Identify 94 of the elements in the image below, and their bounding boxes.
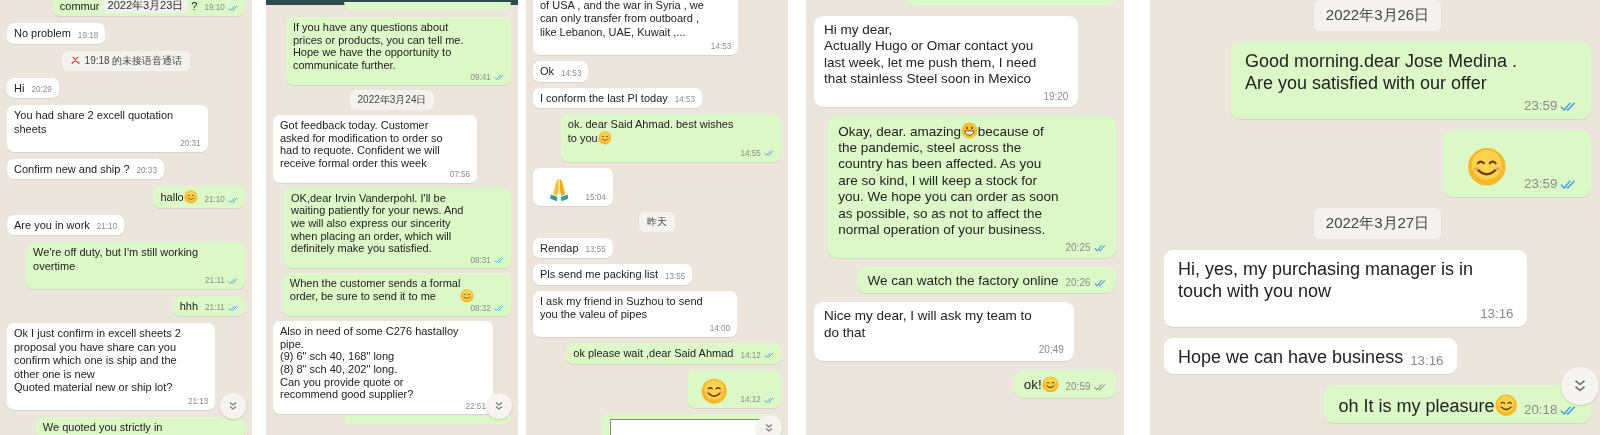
- message-text: oh It is my pleasure: [1338, 396, 1495, 419]
- message-text: Ok: [540, 65, 555, 79]
- message-time: 20:49: [1038, 344, 1064, 357]
- grinning-face-icon: [960, 122, 978, 139]
- message-time: 19:10: [204, 3, 225, 14]
- message-text: Pls send me packing list: [540, 268, 658, 282]
- message-text: the pandemic, steel across the country has been affected. As you are so kind, I will keep a stock for you. We hope you can order as soon as possible, so as not to affect the normal operation of your business.: [838, 140, 1059, 239]
- message-time: 14:00: [709, 324, 730, 335]
- message-text: Okay, dear. amazing: [838, 123, 961, 140]
- message-time: 15:04: [585, 192, 606, 203]
- message-time: 20:29: [31, 85, 52, 96]
- message-text: I conform the last PI today: [540, 91, 668, 105]
- message-text: Hi: [14, 81, 25, 96]
- message-text: Rendap: [540, 241, 579, 256]
- message-time: 13:55: [665, 271, 686, 282]
- date-label: 2022年3月26日: [1313, 0, 1442, 31]
- scroll-down-button[interactable]: [486, 393, 512, 419]
- smiley-icon: [597, 131, 612, 146]
- chevron-down-icon: [763, 422, 775, 434]
- message-text: You had share 2 excell quotation sheets: [14, 109, 174, 137]
- scroll-down-button[interactable]: [220, 393, 246, 419]
- message-text: hhh: [179, 299, 199, 314]
- message-time: 23:59: [1524, 97, 1558, 115]
- message-text: We're off duty, but I'm still working overtime: [33, 246, 199, 273]
- message-time: 14:12: [740, 394, 761, 405]
- date-label: 2022年3月23日: [102, 0, 189, 14]
- message-time: 14:55: [740, 148, 761, 159]
- message-text: Nice my dear, I will ask my team to do that: [824, 308, 1032, 342]
- message-time: 19:20: [1043, 90, 1069, 104]
- date-label: 昨天: [639, 211, 675, 232]
- message-time: 14:53: [710, 42, 732, 53]
- message-text: ?: [191, 0, 198, 14]
- message-time: 13:16: [1480, 306, 1514, 323]
- message-time: 08:32: [470, 303, 491, 314]
- smiley-icon: [701, 377, 728, 405]
- message-text: ok please wait ,dear Said Ahmad: [573, 347, 734, 361]
- message-time: 23:59: [1524, 175, 1558, 193]
- date-label: 2022年3月24日: [349, 89, 435, 110]
- message-time: 14:53: [561, 68, 582, 79]
- message-text: When the customer sends a formal order, be sure to send it to me: [289, 277, 461, 303]
- smiley-icon: [460, 288, 475, 303]
- message-text: We quoted you strictly in: [42, 421, 163, 435]
- message-time: 21:11: [205, 276, 225, 286]
- message-text: Hi, yes, my purchasing manager is in touch with you now: [1178, 259, 1474, 304]
- scroll-down-button[interactable]: [1561, 367, 1599, 405]
- message-time: 20:33: [136, 166, 157, 177]
- smiley-icon: [183, 190, 198, 205]
- chevron-down-icon: [493, 400, 505, 412]
- message-text: Are you in work: [14, 218, 90, 233]
- message-text: Good morning.dear Jose Medina . Are you satisfied with our offer: [1244, 51, 1518, 95]
- message-time: 20:26: [1065, 277, 1091, 290]
- message-text: Hope we can have business: [1178, 347, 1404, 370]
- message-text: Got feedback today. Customer asked for modification to order so had to requote. Confident we will receive formal order this week: [280, 118, 443, 170]
- message-text: OK,dear Irvin Vanderpohl. I'll be waiting patiently for your news. And we will also express our sincerity when placing an order, which will definitely make you satisfied.: [291, 191, 464, 256]
- chevron-down-icon: [227, 400, 239, 412]
- message-text: because of: [977, 123, 1044, 140]
- smiley-icon: [1041, 375, 1059, 393]
- message-text: I ask my friend in Suzhou to send you the valeu of pipes: [540, 294, 703, 322]
- message-time: 13:16: [1410, 353, 1444, 370]
- message-text: We can watch the factory online: [867, 273, 1059, 290]
- message-time: 13:55: [585, 245, 606, 256]
- message-text: of USA , and the war in Syria , we can only transfer from outboard , like Lebanon, UAE, Kuwait ,...: [540, 0, 704, 40]
- message-time: 21:11: [205, 303, 225, 314]
- message-time: 21:13: [187, 397, 209, 408]
- scroll-down-button[interactable]: [756, 415, 782, 435]
- message-time: 09:41: [470, 72, 491, 82]
- message-text: Confirm new and ship ?: [14, 162, 130, 177]
- message-time: 20:25: [1065, 241, 1091, 254]
- message-text: ok!: [1023, 377, 1042, 394]
- message-time: 07:56: [449, 170, 470, 180]
- message-time: 20:18: [1524, 402, 1558, 419]
- message-time: 21:10: [96, 222, 118, 233]
- date-label: 2022年3月27日: [1313, 208, 1442, 240]
- missed-call-icon: [69, 56, 81, 66]
- message-text: Ok I just confirm in excell sheets 2 proposal you have share can you confirm which one is ship and the other one is new Quoted material new or ship lot?: [14, 327, 181, 395]
- message-time: 08:31: [470, 256, 491, 266]
- message-text: to you: [567, 132, 598, 146]
- message-time: 22:51: [465, 401, 486, 412]
- message-time: 14:53: [674, 95, 696, 105]
- message-time: 14:12: [740, 350, 761, 361]
- message-time: 20:31: [180, 139, 201, 149]
- message-text: No problem: [14, 27, 71, 41]
- smiley-icon: [1467, 147, 1508, 187]
- message-text: ok. dear Said Ahmad. best wishes: [567, 117, 734, 132]
- message-time: 19:18: [77, 30, 99, 41]
- message-text: hallo: [160, 191, 184, 205]
- smiley-icon: [1494, 394, 1518, 417]
- message-time: 21:10: [204, 194, 225, 205]
- missed-call-text: 19:18 的未接语音通话: [84, 53, 183, 68]
- message-text: If you have any questions about prices or products, you can tell me. Hope we have the opportunity to communicate further.: [292, 21, 464, 72]
- message-time: 20:59: [1065, 381, 1091, 394]
- message-text: Hi my dear, Actually Hugo or Omar contact you last week, let me push them, I need that stainless Steel soon in Mexico: [824, 22, 1037, 88]
- message-text: Also in need of some C276 hastalloy pipe. (9) 6" sch 40, 168" long (8) 8" sch 40, 202" long. Can you provide quote or recommend good supplier?: [280, 325, 459, 401]
- message-text: commur: [59, 0, 100, 14]
